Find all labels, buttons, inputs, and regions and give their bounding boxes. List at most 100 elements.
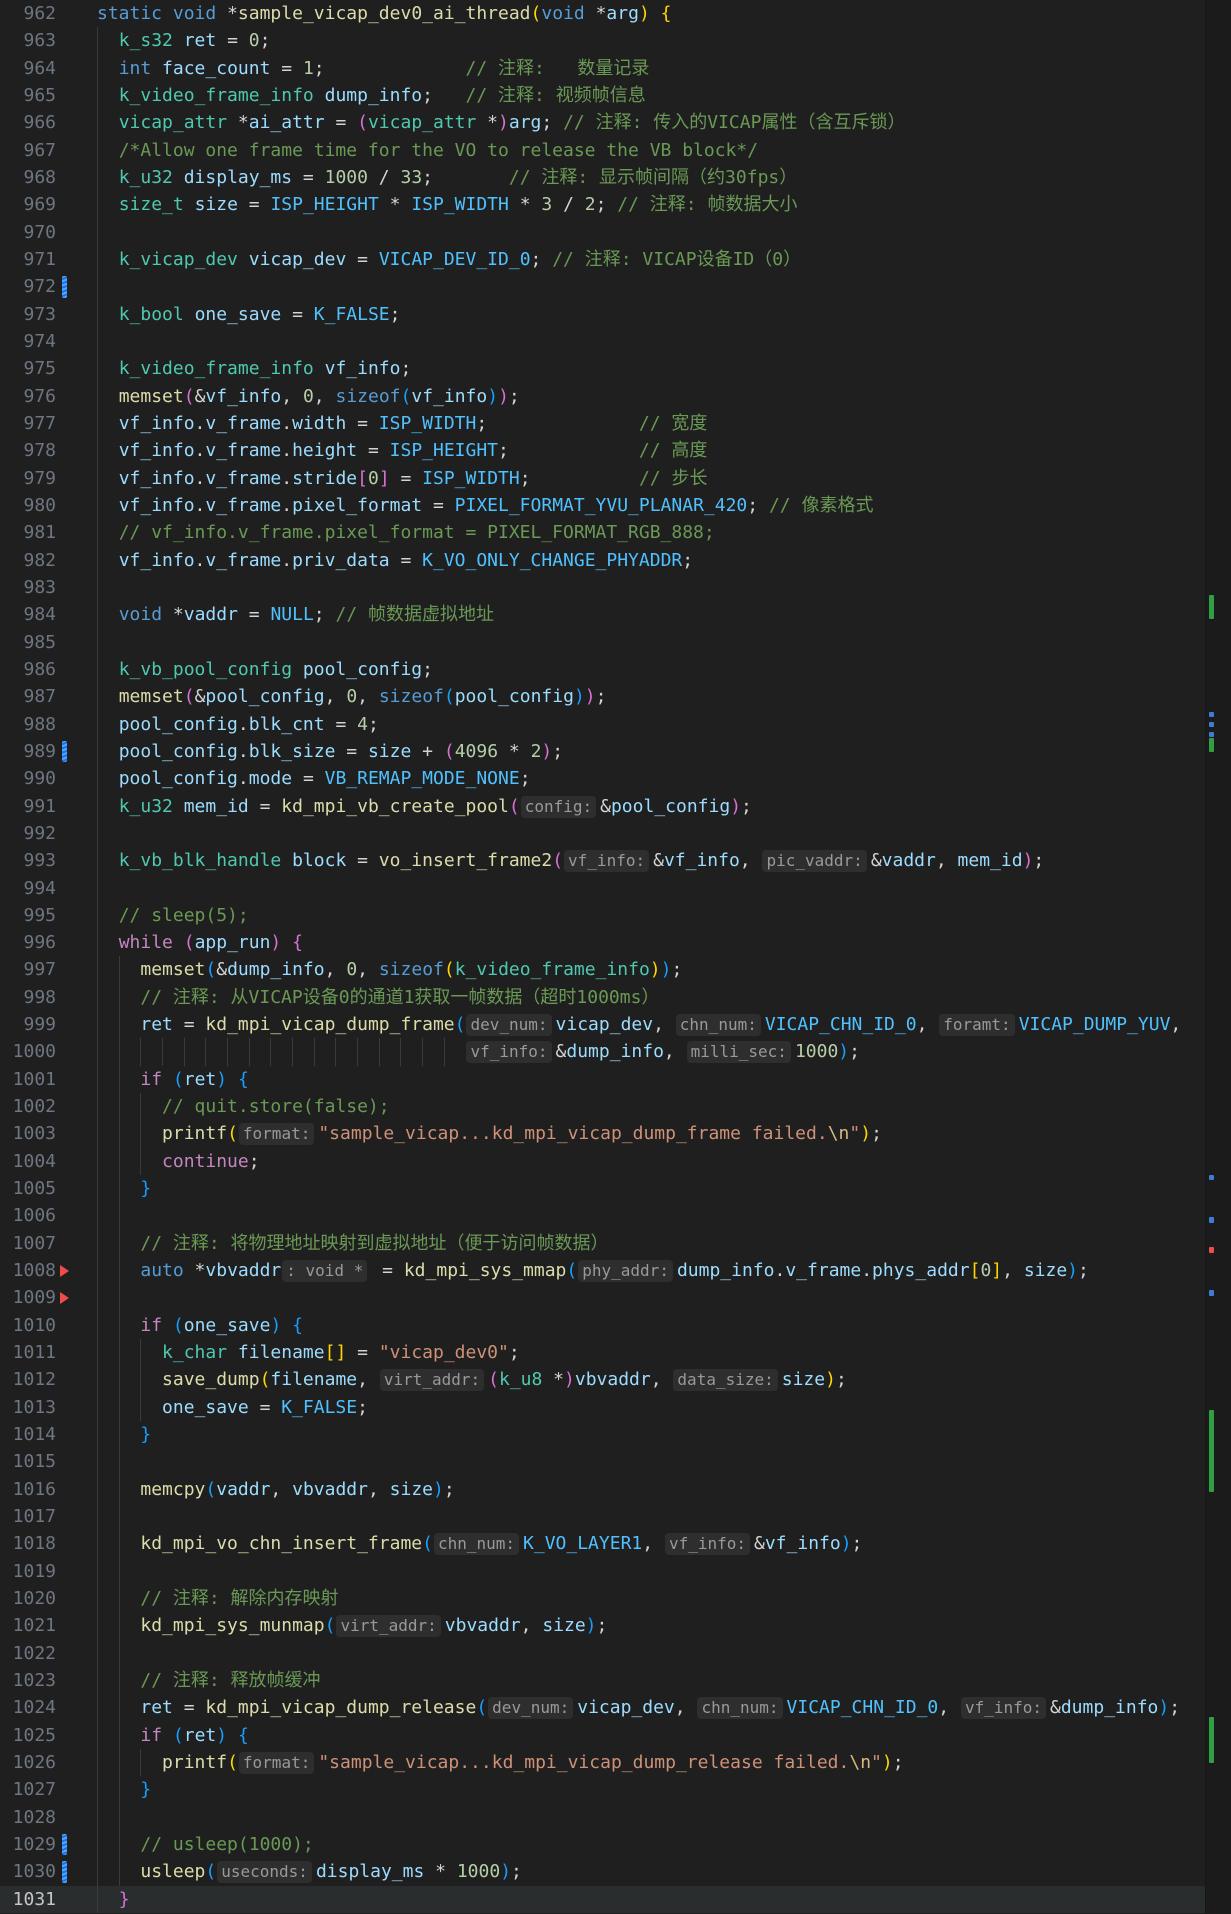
gutter-marker-column[interactable] [56,629,97,656]
line-number[interactable]: 967 [0,137,56,164]
code-line[interactable]: 1028 [0,1804,1231,1831]
code-text[interactable] [97,1640,1231,1667]
code-text[interactable]: if (one_save) { [97,1312,1231,1339]
code-text[interactable]: vf_info.v_frame.width = ISP_WIDTH; // 宽度 [97,410,1231,437]
gutter-marker-column[interactable] [56,1284,97,1311]
code-text[interactable] [97,1503,1231,1530]
code-line[interactable]: 966 vicap_attr *ai_attr = (vicap_attr *)… [0,109,1231,136]
line-number[interactable]: 990 [0,765,56,792]
gutter-marker-column[interactable] [56,711,97,738]
code-text[interactable] [97,875,1231,902]
code-line[interactable]: 994 [0,875,1231,902]
line-number[interactable]: 976 [0,383,56,410]
code-text[interactable]: size_t size = ISP_HEIGHT * ISP_WIDTH * 3… [97,191,1231,218]
code-text[interactable]: } [97,1175,1231,1202]
code-text[interactable]: // 注释: 解除内存映射 [97,1585,1231,1612]
code-text[interactable]: memcpy(vaddr, vbvaddr, size); [97,1476,1231,1503]
code-text[interactable]: auto *vbvaddr: void * = kd_mpi_sys_mmap(… [97,1257,1231,1284]
code-text[interactable]: printf(format:"sample_vicap...kd_mpi_vic… [97,1749,1231,1776]
line-number[interactable]: 981 [0,519,56,546]
gutter-marker-column[interactable] [56,1776,97,1803]
code-line[interactable]: 988 pool_config.blk_cnt = 4; [0,711,1231,738]
code-text[interactable]: // quit.store(false); [97,1093,1231,1120]
code-line[interactable]: 1006 [0,1202,1231,1229]
gutter-marker-column[interactable] [56,164,97,191]
line-number[interactable]: 1005 [0,1175,56,1202]
code-line[interactable]: 1003 printf(format:"sample_vicap...kd_mp… [0,1120,1231,1147]
line-number[interactable]: 971 [0,246,56,273]
code-text[interactable]: printf(format:"sample_vicap...kd_mpi_vic… [97,1120,1231,1147]
gutter-marker-column[interactable] [56,1093,97,1120]
gutter-marker-column[interactable] [56,1749,97,1776]
code-line[interactable]: 978 vf_info.v_frame.height = ISP_HEIGHT;… [0,437,1231,464]
gutter-marker-column[interactable] [56,519,97,546]
code-text[interactable]: k_char filename[] = "vicap_dev0"; [97,1339,1231,1366]
code-text[interactable]: if (ret) { [97,1722,1231,1749]
code-line[interactable]: 977 vf_info.v_frame.width = ISP_WIDTH; /… [0,410,1231,437]
code-text[interactable]: vf_info.v_frame.pixel_format = PIXEL_FOR… [97,492,1231,519]
line-number[interactable]: 1009 [0,1284,56,1311]
gutter-marker-column[interactable] [56,902,97,929]
gutter-marker-column[interactable] [56,1366,97,1393]
line-number[interactable]: 1006 [0,1202,56,1229]
code-line[interactable]: 1001 if (ret) { [0,1066,1231,1093]
line-number[interactable]: 1019 [0,1558,56,1585]
code-line[interactable]: 963 k_s32 ret = 0; [0,27,1231,54]
line-number[interactable]: 1015 [0,1448,56,1475]
gutter-marker-column[interactable] [56,383,97,410]
gutter-marker-column[interactable] [56,55,97,82]
code-line[interactable]: 967 /*Allow one frame time for the VO to… [0,137,1231,164]
line-number[interactable]: 978 [0,437,56,464]
gutter-marker-column[interactable] [56,656,97,683]
line-number[interactable]: 968 [0,164,56,191]
code-line[interactable]: 1025 if (ret) { [0,1722,1231,1749]
code-text[interactable]: static void *sample_vicap_dev0_ai_thread… [97,0,1231,27]
gutter-marker-column[interactable] [56,1858,97,1885]
line-number[interactable]: 998 [0,984,56,1011]
code-line[interactable]: 1018 kd_mpi_vo_chn_insert_frame(chn_num:… [0,1530,1231,1557]
code-text[interactable]: k_video_frame_info vf_info; [97,355,1231,382]
gutter-marker-column[interactable] [56,765,97,792]
code-line[interactable]: 1021 kd_mpi_sys_munmap(virt_addr:vbvaddr… [0,1612,1231,1639]
gutter-marker-column[interactable] [56,875,97,902]
line-number[interactable]: 963 [0,27,56,54]
code-line[interactable]: 997 memset(&dump_info, 0, sizeof(k_video… [0,956,1231,983]
code-text[interactable]: k_bool one_save = K_FALSE; [97,301,1231,328]
gutter-marker-column[interactable] [56,547,97,574]
code-text[interactable] [97,1804,1231,1831]
code-text[interactable]: memset(&pool_config, 0, sizeof(pool_conf… [97,683,1231,710]
gutter-marker-column[interactable] [56,1503,97,1530]
gutter-marker-column[interactable] [56,219,97,246]
line-number[interactable]: 975 [0,355,56,382]
line-number[interactable]: 1023 [0,1667,56,1694]
code-text[interactable]: while (app_run) { [97,929,1231,956]
gutter-marker-column[interactable] [56,1257,97,1284]
code-line[interactable]: 1007 // 注释: 将物理地址映射到虚拟地址（便于访问帧数据） [0,1230,1231,1257]
code-line[interactable]: 1031 } [0,1886,1231,1913]
gutter-marker-column[interactable] [56,1230,97,1257]
line-number[interactable]: 1016 [0,1476,56,1503]
gutter-marker-column[interactable] [56,1667,97,1694]
code-line[interactable]: 991 k_u32 mem_id = kd_mpi_vb_create_pool… [0,793,1231,820]
gutter-marker-column[interactable] [56,191,97,218]
code-line[interactable]: 1014 } [0,1421,1231,1448]
code-text[interactable]: ret = kd_mpi_vicap_dump_release(dev_num:… [97,1694,1231,1721]
code-text[interactable] [97,1448,1231,1475]
gutter-marker-column[interactable] [56,929,97,956]
gutter-marker-column[interactable] [56,1066,97,1093]
code-line[interactable]: 1030 usleep(useconds:display_ms * 1000); [0,1858,1231,1885]
gutter-marker-column[interactable] [56,820,97,847]
code-line[interactable]: 987 memset(&pool_config, 0, sizeof(pool_… [0,683,1231,710]
code-text[interactable]: memset(&vf_info, 0, sizeof(vf_info)); [97,383,1231,410]
code-text[interactable]: vf_info:&dump_info, milli_sec:1000); [97,1038,1231,1065]
code-text[interactable] [97,219,1231,246]
gutter-marker-column[interactable] [56,574,97,601]
gutter-marker-column[interactable] [56,437,97,464]
code-line[interactable]: 1009 [0,1284,1231,1311]
code-line[interactable]: 968 k_u32 display_ms = 1000 / 33; // 注释:… [0,164,1231,191]
gutter-marker-column[interactable] [56,137,97,164]
gutter-marker-column[interactable] [56,793,97,820]
gutter-marker-column[interactable] [56,82,97,109]
code-text[interactable]: save_dump(filename, virt_addr:(k_u8 *)vb… [97,1366,1231,1393]
line-number[interactable]: 977 [0,410,56,437]
